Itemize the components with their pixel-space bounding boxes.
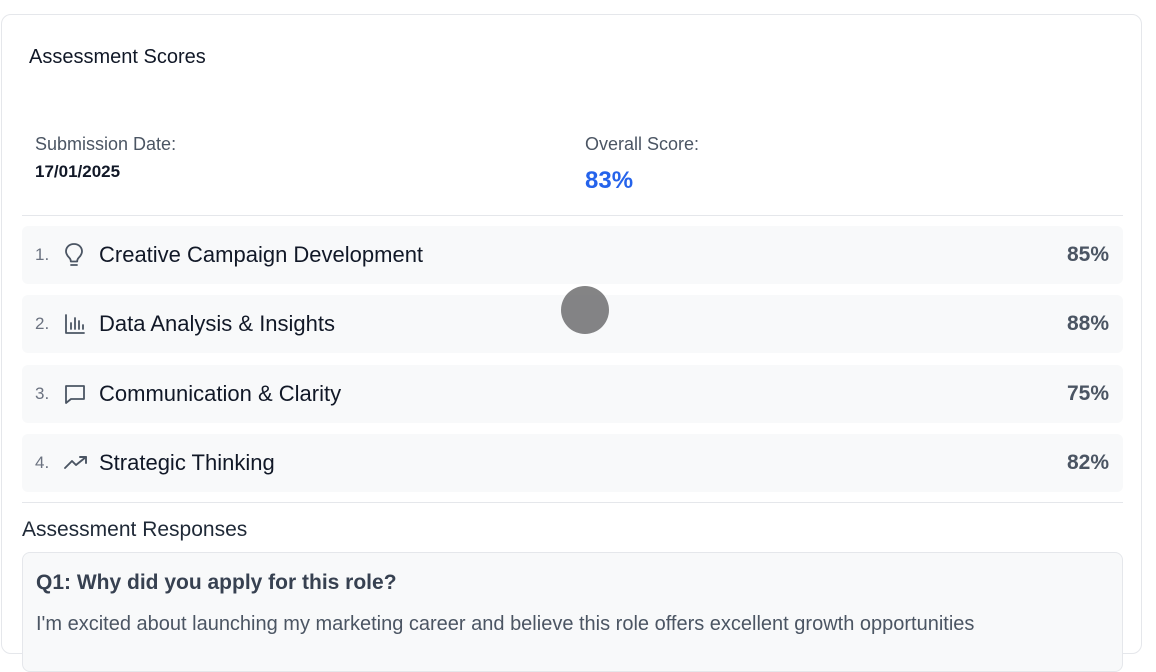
submission-date-value: 17/01/2025 [35, 162, 121, 181]
assessment-card: Assessment Scores Submission Date: 17/01… [1, 14, 1142, 672]
score-row-strategic[interactable]: 4. Strategic Thinking 82% [22, 434, 1123, 492]
cursor-indicator [561, 286, 609, 334]
row-number: 4. [35, 453, 50, 472]
score-row-creative[interactable]: 1. Creative Campaign Development 85% [22, 226, 1123, 284]
response-question: Q1: Why did you apply for this role? [36, 571, 397, 594]
overall-score-value: 83% [585, 167, 634, 194]
response-item: Q1: Why did you apply for this role? I'm… [22, 552, 1123, 672]
overall-score-label: Overall Score: [585, 134, 700, 154]
row-number: 3. [35, 384, 50, 403]
score-percent: 85% [1066, 243, 1109, 266]
row-number: 1. [35, 245, 50, 264]
score-percent: 82% [1066, 451, 1109, 474]
score-percent: 75% [1066, 382, 1109, 405]
response-answer: I'm excited about launching my marketing… [36, 613, 975, 635]
divider [22, 215, 1123, 216]
divider [22, 502, 1123, 503]
card-title: Assessment Scores [29, 46, 206, 68]
score-label: Creative Campaign Development [99, 242, 424, 267]
score-label: Strategic Thinking [99, 450, 275, 475]
score-percent: 88% [1066, 312, 1109, 335]
submission-date-label: Submission Date: [35, 134, 177, 154]
score-label: Communication & Clarity [99, 381, 342, 406]
responses-section-title: Assessment Responses [22, 518, 248, 541]
row-number: 2. [35, 314, 50, 333]
trending-up-icon [63, 450, 99, 476]
message-icon [63, 381, 99, 407]
bar-chart-icon [63, 311, 99, 337]
score-row-communication[interactable]: 3. Communication & Clarity 75% [22, 365, 1123, 423]
lightbulb-icon [63, 242, 99, 268]
